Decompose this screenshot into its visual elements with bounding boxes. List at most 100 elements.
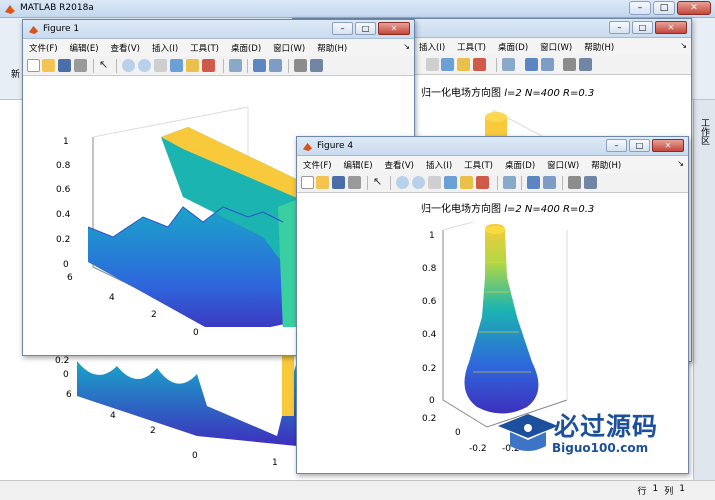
matlab-logo-icon — [28, 25, 39, 35]
separator — [390, 176, 391, 190]
status-bar: 行 1 列 1 — [0, 480, 715, 500]
brush-icon[interactable] — [476, 176, 489, 189]
menu-tools[interactable]: 工具(T) — [464, 159, 493, 171]
toolstrip-partial-label: 新 — [11, 70, 21, 80]
menu-help[interactable]: 帮助(H) — [317, 42, 347, 54]
hide-tools-icon[interactable] — [563, 58, 576, 71]
menu-desktop[interactable]: 桌面(D) — [231, 42, 261, 54]
menu-window[interactable]: 窗口(W) — [547, 159, 579, 171]
print-icon[interactable] — [348, 176, 361, 189]
x-tick: -0.2 — [469, 444, 487, 454]
pan-icon[interactable] — [428, 176, 441, 189]
close-button[interactable]: ✕ — [655, 21, 687, 34]
legend-icon[interactable] — [541, 58, 554, 71]
close-button[interactable]: ✕ — [652, 139, 684, 152]
menu-overflow-icon[interactable]: ↘ — [403, 42, 410, 51]
print-icon[interactable] — [74, 59, 87, 72]
link-icon[interactable] — [502, 58, 515, 71]
menu-edit[interactable]: 编辑(E) — [344, 159, 373, 171]
menu-overflow-icon[interactable]: ↘ — [680, 41, 687, 50]
colorbar-icon[interactable] — [253, 59, 266, 72]
colorbar-icon[interactable] — [527, 176, 540, 189]
z-tick: 0.2 — [55, 356, 70, 366]
menu-view[interactable]: 查看(V) — [385, 159, 414, 171]
legend-icon[interactable] — [269, 59, 282, 72]
pointer-icon[interactable]: ↖ — [373, 176, 386, 189]
window-controls: – □ ✕ — [629, 1, 711, 15]
show-tools-icon[interactable] — [579, 58, 592, 71]
maximize-button[interactable]: □ — [632, 21, 653, 34]
show-tools-icon[interactable] — [584, 176, 597, 189]
link-icon[interactable] — [503, 176, 516, 189]
data-cursor-icon[interactable] — [460, 176, 473, 189]
brush-icon[interactable] — [473, 58, 486, 71]
menu-insert[interactable]: 插入(I) — [419, 41, 445, 53]
legend-icon[interactable] — [543, 176, 556, 189]
separator — [496, 58, 497, 72]
y-tick: 0.2 — [422, 414, 437, 424]
menu-insert[interactable]: 插入(I) — [152, 42, 178, 54]
figure-window-controls: – □ ✕ — [332, 22, 410, 35]
matlab-logo-icon — [302, 142, 313, 152]
maximize-button[interactable]: □ — [355, 22, 376, 35]
zoom-out-icon[interactable] — [138, 59, 151, 72]
maximize-button[interactable]: □ — [653, 1, 675, 15]
zoom-in-icon[interactable] — [122, 59, 135, 72]
figure-window-controls: – □ ✕ — [609, 21, 687, 34]
colorbar-icon[interactable] — [525, 58, 538, 71]
col-label: 列 — [664, 487, 674, 497]
rotate-icon[interactable] — [170, 59, 183, 72]
save-icon[interactable] — [332, 176, 345, 189]
minimize-button[interactable]: – — [606, 139, 627, 152]
figure-toolbar: ↖ — [23, 56, 414, 76]
rotate-icon[interactable] — [444, 176, 457, 189]
row-value: 1 — [652, 484, 659, 494]
open-icon[interactable] — [42, 59, 55, 72]
minimize-button[interactable]: – — [609, 21, 630, 34]
workspace-panel — [693, 100, 715, 480]
menu-insert[interactable]: 插入(I) — [426, 159, 452, 171]
save-icon[interactable] — [58, 59, 71, 72]
menu-desktop[interactable]: 桌面(D) — [498, 41, 528, 53]
minimize-button[interactable]: – — [332, 22, 353, 35]
data-cursor-icon[interactable] — [457, 58, 470, 71]
z-tick: 0.8 — [56, 161, 71, 171]
pan-icon[interactable] — [154, 59, 167, 72]
menu-file[interactable]: 文件(F) — [29, 42, 58, 54]
close-button[interactable]: ✕ — [677, 1, 711, 15]
y-tick: 6 — [66, 390, 72, 400]
link-icon[interactable] — [229, 59, 242, 72]
menu-desktop[interactable]: 桌面(D) — [505, 159, 535, 171]
show-tools-icon[interactable] — [310, 59, 323, 72]
new-figure-icon[interactable] — [301, 176, 314, 189]
pointer-icon[interactable]: ↖ — [99, 59, 112, 72]
hide-tools-icon[interactable] — [294, 59, 307, 72]
minimize-button[interactable]: – — [629, 1, 651, 15]
zoom-in-icon[interactable] — [396, 176, 409, 189]
zoom-out-icon[interactable] — [412, 176, 425, 189]
brush-icon[interactable] — [202, 59, 215, 72]
menu-tools[interactable]: 工具(T) — [190, 42, 219, 54]
menu-edit[interactable]: 编辑(E) — [70, 42, 99, 54]
menu-tools[interactable]: 工具(T) — [457, 41, 486, 53]
menu-help[interactable]: 帮助(H) — [584, 41, 614, 53]
menu-window[interactable]: 窗口(W) — [540, 41, 572, 53]
z-tick: 0 — [63, 260, 69, 270]
maximize-button[interactable]: □ — [629, 139, 650, 152]
data-cursor-icon[interactable] — [186, 59, 199, 72]
menu-window[interactable]: 窗口(W) — [273, 42, 305, 54]
close-button[interactable]: ✕ — [378, 22, 410, 35]
watermark-text: 必过源码 — [554, 412, 659, 441]
workspace-tab[interactable]: 工作区 — [697, 118, 711, 145]
menu-file[interactable]: 文件(F) — [303, 159, 332, 171]
menu-view[interactable]: 查看(V) — [111, 42, 140, 54]
surface-plot-fragment — [77, 356, 297, 446]
menu-help[interactable]: 帮助(H) — [591, 159, 621, 171]
z-tick: 0.8 — [422, 264, 437, 274]
hide-tools-icon[interactable] — [568, 176, 581, 189]
menu-overflow-icon[interactable]: ↘ — [677, 159, 684, 168]
pan-icon[interactable] — [426, 58, 439, 71]
new-figure-icon[interactable] — [27, 59, 40, 72]
open-icon[interactable] — [316, 176, 329, 189]
rotate-icon[interactable] — [441, 58, 454, 71]
